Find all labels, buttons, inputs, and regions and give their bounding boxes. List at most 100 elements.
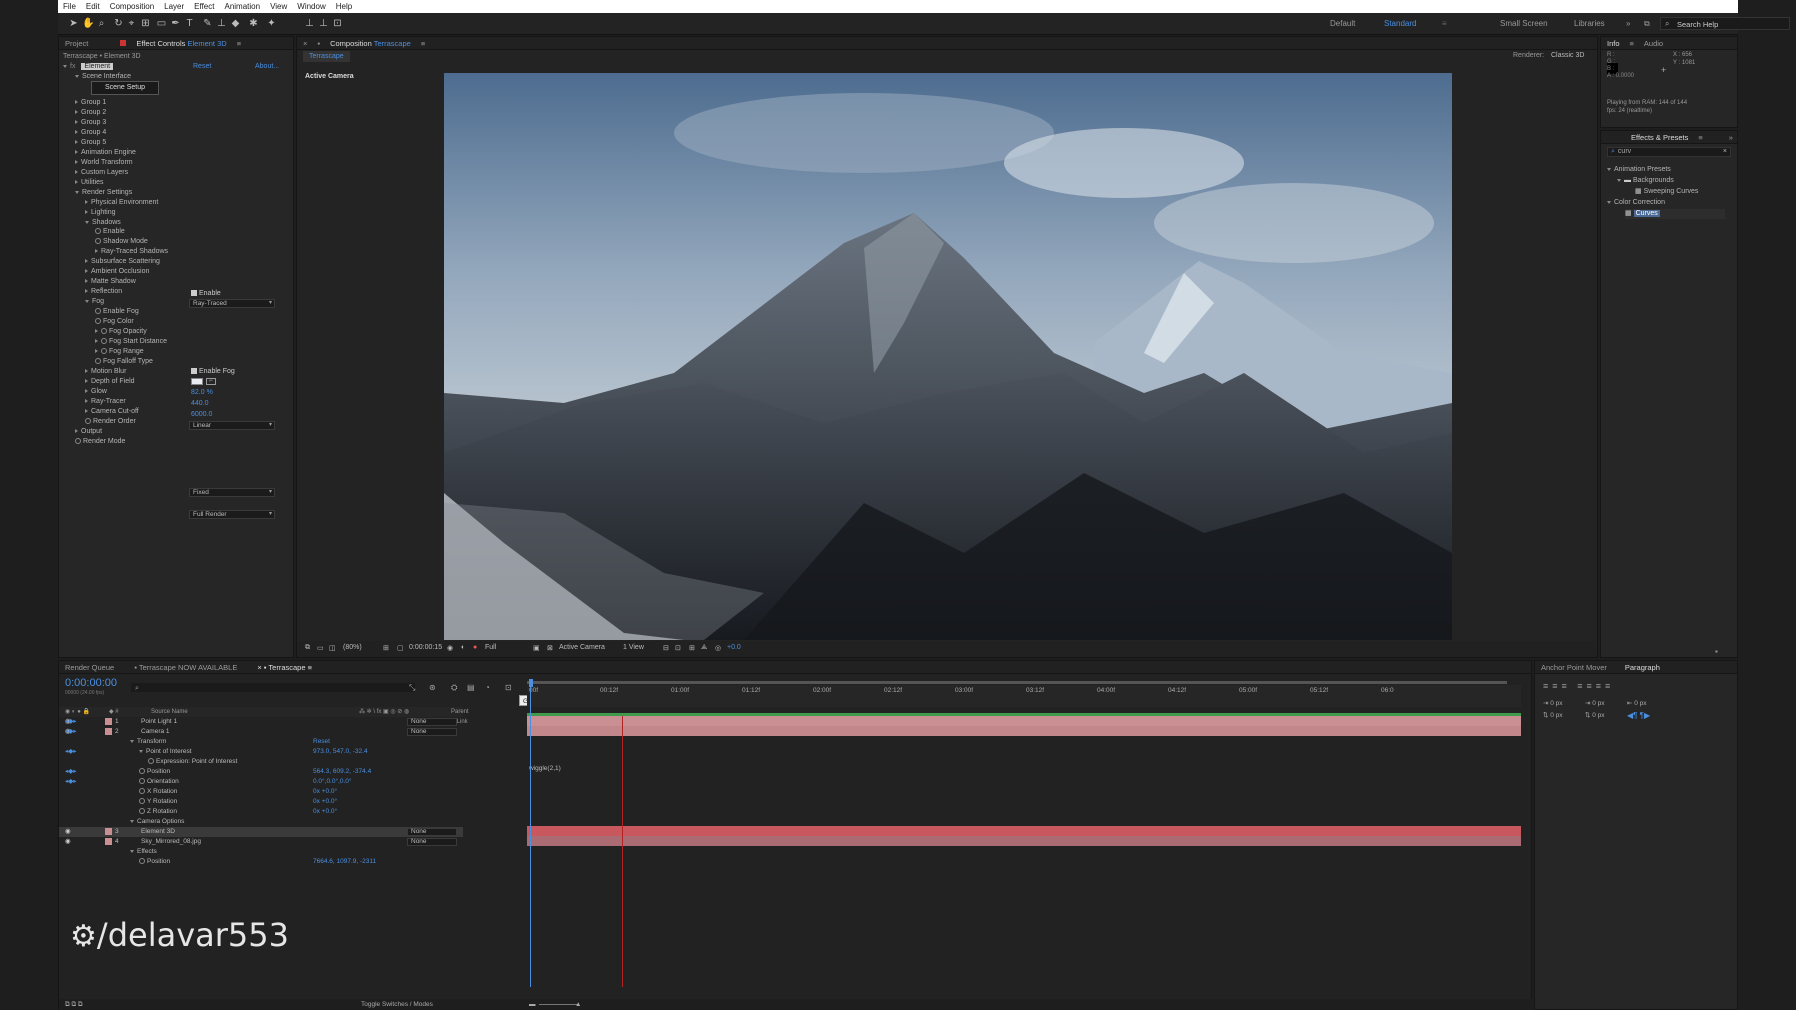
sync-icon[interactable]: ⧉ <box>1644 19 1650 29</box>
space-after-field[interactable]: ⇅ 0 px <box>1585 711 1605 719</box>
menu-composition[interactable]: Composition <box>105 2 159 11</box>
direction-buttons[interactable]: ◀¶ ¶▶ <box>1627 711 1650 720</box>
render-mode-dropdown[interactable]: Full Render <box>189 510 275 519</box>
axis-local-icon[interactable]: ⊥ <box>304 18 315 29</box>
timeline-property-row[interactable]: Effects <box>59 847 463 857</box>
effect-property-row[interactable]: World Transform <box>75 158 133 168</box>
reset-exposure-icon[interactable]: ◎ <box>715 644 721 652</box>
tree-color-correction[interactable]: Color Correction <box>1607 198 1665 208</box>
indent-right-field[interactable]: ⇤ 0 px <box>1627 699 1647 707</box>
effect-property-row[interactable]: Custom Layers <box>75 168 128 178</box>
effect-property-row[interactable]: Render Order <box>85 417 136 427</box>
effects-search-input[interactable]: ⌕ curv × <box>1607 147 1731 157</box>
pixel-aspect-icon[interactable]: ⊟ <box>663 644 669 652</box>
tab-paragraph[interactable]: Paragraph <box>1625 663 1660 672</box>
stamp-tool-icon[interactable]: ⊥ <box>216 18 227 29</box>
effect-property-row[interactable]: Motion Blur <box>85 367 126 377</box>
timeline-property-row[interactable]: Position 564.3, 609.2, -374.4 ◂◆▸ <box>59 767 463 777</box>
panel-menu-icon[interactable]: ≡ <box>237 39 241 48</box>
effect-property-row[interactable]: Lighting <box>85 208 116 218</box>
menu-edit[interactable]: Edit <box>81 2 105 11</box>
workspace-default[interactable]: Default <box>1330 19 1355 28</box>
effect-property-row[interactable]: Enable Fog <box>95 307 139 317</box>
effect-property-row[interactable]: Depth of Field <box>85 377 135 387</box>
zoom-dropdown[interactable]: (80%) <box>343 644 362 651</box>
transparency-grid-icon[interactable]: ⊠ <box>547 644 553 652</box>
timeline-property-row[interactable]: Expression: Point of Interest <box>59 757 463 767</box>
scene-setup-button[interactable]: Scene Setup <box>91 81 159 95</box>
resolution-dropdown[interactable]: Full <box>485 644 496 651</box>
new-folder-icon[interactable]: ▪ <box>1715 647 1718 656</box>
timeline-layer-row[interactable]: ◉ 4 Sky_Mirrored_08.jpg None <box>59 837 463 847</box>
source-name-column[interactable]: Source Name <box>151 707 188 717</box>
timeline-property-row[interactable]: Z Rotation 0x +0.0° <box>59 807 463 817</box>
panel-menu-icon[interactable]: ≡ <box>421 39 425 48</box>
sky-layer-bar[interactable] <box>527 836 1521 846</box>
current-time-display[interactable]: 0:00:00:15 <box>409 644 442 651</box>
fog-falloff-dropdown[interactable]: Linear <box>189 421 275 430</box>
always-preview-icon[interactable]: ⧉ <box>305 644 310 652</box>
workspace-libraries[interactable]: Libraries <box>1574 19 1605 28</box>
eraser-tool-icon[interactable]: ◆ <box>230 18 241 29</box>
fog-opacity-value[interactable]: 82.0 % <box>191 389 213 396</box>
menu-file[interactable]: File <box>58 2 81 11</box>
workspace-standard[interactable]: Standard <box>1384 19 1416 28</box>
reset-link[interactable]: Reset <box>193 62 211 72</box>
effect-property-row[interactable]: Matte Shadow <box>85 277 136 287</box>
indent-first-field[interactable]: ⇥ 0 px <box>1585 699 1605 707</box>
grid-icon[interactable]: ⊞ <box>383 644 389 652</box>
effect-property-row[interactable]: Ambient Occlusion <box>85 267 149 277</box>
region-of-interest-icon[interactable]: ▣ <box>533 644 540 652</box>
effect-property-row[interactable]: Output <box>75 427 102 437</box>
hand-tool-icon[interactable]: ✋ <box>82 18 94 29</box>
element-effect-row[interactable]: fx Element Reset About... <box>63 62 293 72</box>
render-order-dropdown[interactable]: Fixed <box>189 488 275 497</box>
type-tool-icon[interactable]: T <box>184 18 195 29</box>
tree-animation-presets[interactable]: Animation Presets <box>1607 165 1671 175</box>
track-area[interactable] <box>465 707 1531 987</box>
effect-property-row[interactable]: Ray-Traced Shadows <box>95 247 168 257</box>
effect-property-row[interactable]: Shadow Mode <box>95 237 148 247</box>
timeline-layer-row[interactable]: ◉ 2 Camera 1 None ◂◆▸ <box>59 727 463 737</box>
menu-window[interactable]: Window <box>292 2 330 11</box>
timeline-icon[interactable]: ⊞ <box>689 644 695 652</box>
timeline-property-row[interactable]: Position 7664.6, 1097.9, -2311 <box>59 857 463 867</box>
enable-shadows-checkbox[interactable]: Enable <box>191 290 221 297</box>
lock-icon[interactable] <box>120 40 127 46</box>
camera-tool-icon[interactable]: ⌖ <box>126 18 137 29</box>
mask-icon[interactable]: ▢ <box>397 644 404 652</box>
workspace-overflow-icon[interactable]: » <box>1626 19 1630 28</box>
effect-property-row[interactable]: Camera Cut-off <box>85 407 139 417</box>
comp-flowchart-tab[interactable]: Terrascape <box>303 51 350 62</box>
monitor-icon[interactable]: ▭ <box>317 644 324 652</box>
effect-property-row[interactable]: Fog Start Distance <box>95 337 167 347</box>
shy-icon[interactable]: ⛭ <box>451 683 457 693</box>
zoom-in-icon[interactable]: ▲ <box>575 999 581 1010</box>
effect-property-row[interactable]: Reflection <box>85 287 122 297</box>
tab-project[interactable]: Project <box>65 39 88 48</box>
timeline-property-row[interactable]: Orientation 0.0°,0.0°,0.0° ◂◆▸ <box>59 777 463 787</box>
menu-layer[interactable]: Layer <box>159 2 189 11</box>
effect-property-row[interactable]: Group 4 <box>75 128 106 138</box>
enable-fog-checkbox[interactable]: Enable Fog <box>191 368 235 375</box>
effect-property-row[interactable]: Utilities <box>75 178 104 188</box>
effect-property-row[interactable]: Fog Color <box>95 317 134 327</box>
frame-blending-icon[interactable]: ▤ <box>467 683 475 692</box>
rotate-tool-icon[interactable]: ↻ <box>113 18 124 29</box>
timeline-layer-row[interactable]: ◉ 1 Point Light 1 None ◂◆▸ <box>59 717 463 727</box>
about-link[interactable]: About... <box>255 62 279 72</box>
axis-world-icon[interactable]: ⊥ <box>318 18 329 29</box>
clear-search-icon[interactable]: × <box>1723 148 1727 156</box>
timeline-search-input[interactable]: ⌕ <box>131 683 415 692</box>
eyedropper-icon[interactable]: ⌐ <box>206 378 216 385</box>
indent-left-field[interactable]: ⇥ 0 px <box>1543 699 1563 707</box>
effect-property-row[interactable]: Subsurface Scattering <box>85 257 160 267</box>
effect-property-row[interactable]: Fog Opacity <box>95 327 147 337</box>
composition-viewer[interactable] <box>444 73 1452 640</box>
timeline-property-row[interactable]: X Rotation 0x +0.0° <box>59 787 463 797</box>
timeline-property-row[interactable]: Camera Options <box>59 817 463 827</box>
effect-property-row[interactable]: Animation Engine <box>75 148 136 158</box>
search-help-field[interactable]: ⌕ Search Help <box>1660 17 1790 30</box>
time-ruler[interactable]: 00f 00:12f 01:00f 01:12f 02:00f 02:12f 03:00f 0… <box>527 685 1521 707</box>
graph-editor-icon[interactable]: ⊡ <box>505 683 512 692</box>
